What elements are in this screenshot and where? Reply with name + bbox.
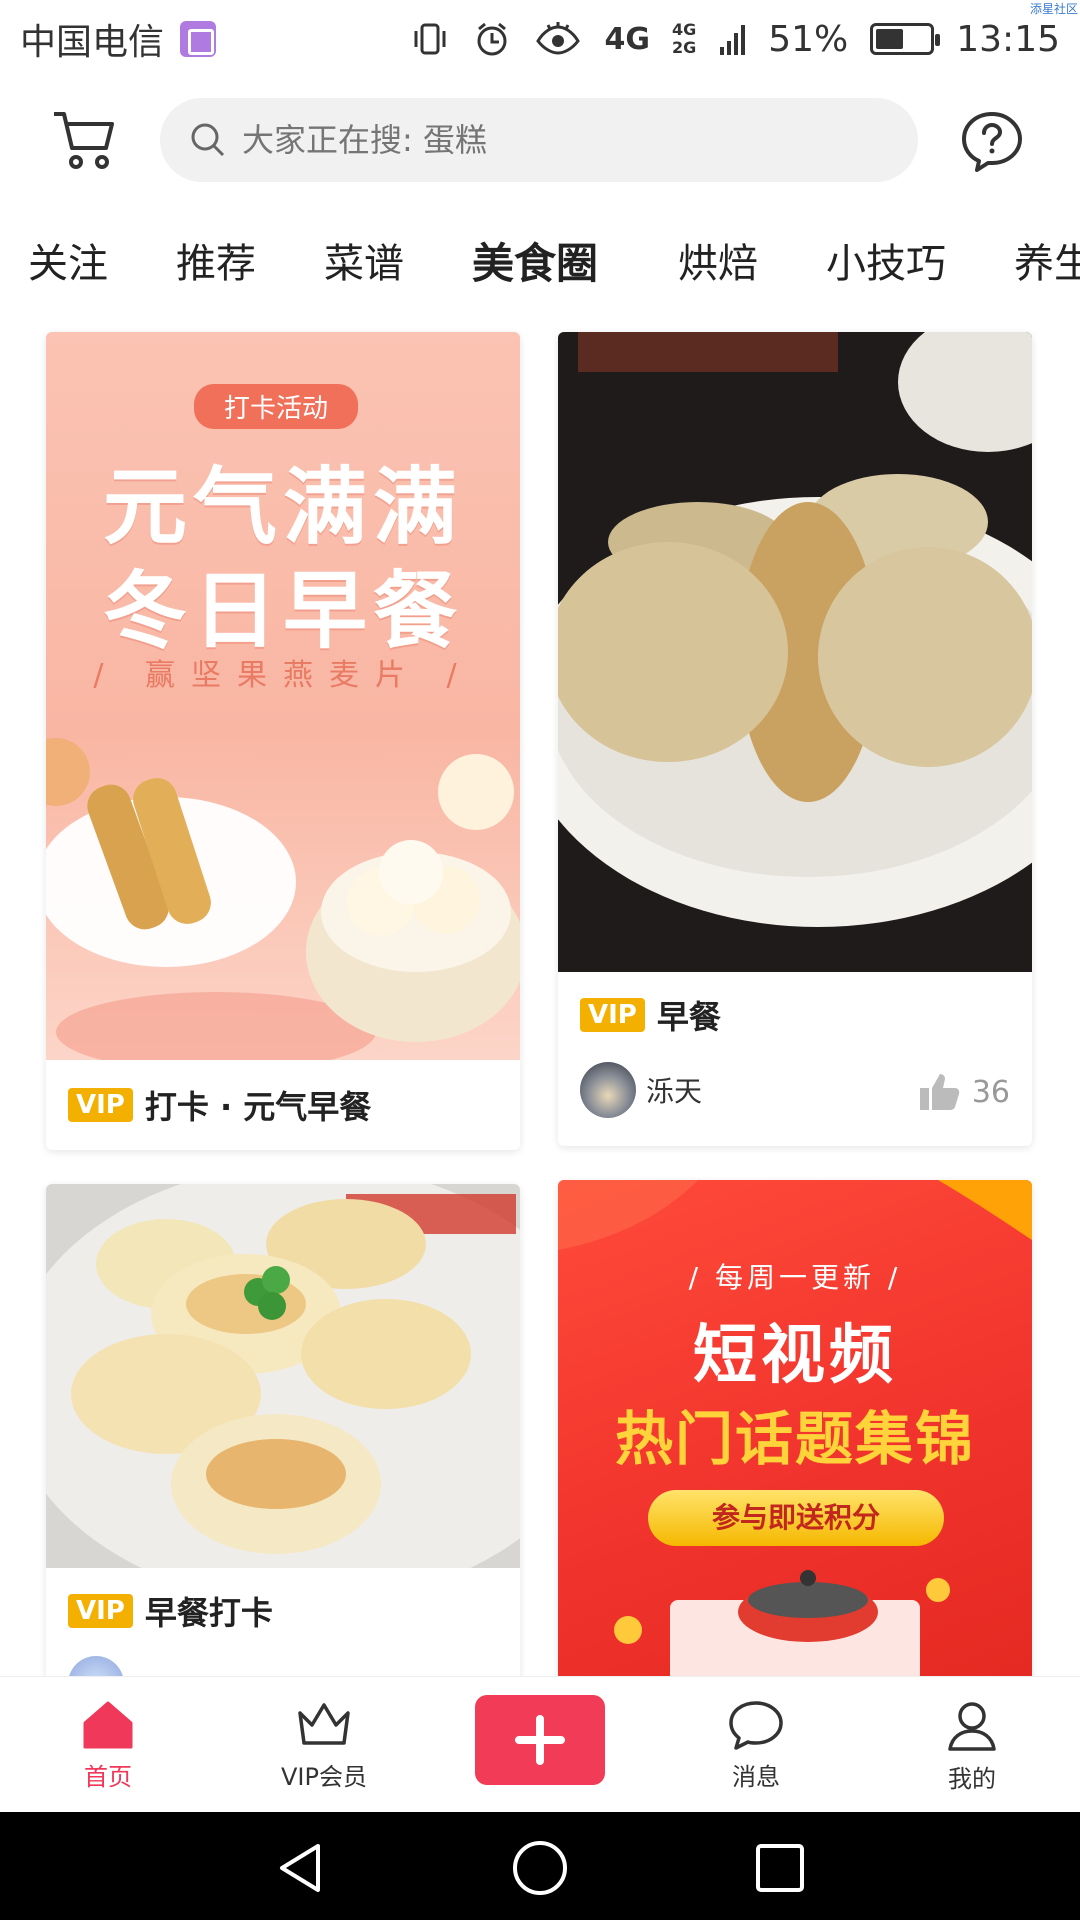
vip-badge: VIP	[68, 1088, 133, 1122]
avatar[interactable]	[580, 1062, 636, 1118]
watermark: 添星社区	[1029, 2, 1078, 16]
alarm-icon	[477, 22, 507, 56]
home-icon	[83, 1701, 133, 1749]
signal-icon	[720, 25, 746, 55]
eye-comfort-icon	[536, 22, 581, 55]
tab-recipes[interactable]: 菜谱	[324, 231, 404, 289]
banner-tagline: / 每周一更新 /	[688, 1261, 902, 1294]
app-screen: 中国电信 4G 4G 2G 51% 13:15 添星社区 大家正在搜: 蛋糕 关…	[0, 0, 1080, 1920]
tab-health[interactable]: 养生	[1014, 231, 1080, 289]
nav-me[interactable]: 我的	[892, 1699, 1052, 1794]
feed-card[interactable]: VIP 早餐打卡	[46, 1184, 520, 1704]
status-bar: 中国电信 4G 4G 2G 51% 13:15 添星社区	[0, 0, 1080, 78]
tab-baking[interactable]: 烘焙	[678, 231, 758, 289]
like-button[interactable]: 36	[918, 1070, 1010, 1114]
gallery-notification-icon	[180, 21, 217, 57]
banner-image-short-video: / 每周一更新 / 短视频 热门话题集锦 参与即送积分	[558, 1180, 1032, 1680]
banner-pill: 打卡活动	[194, 384, 359, 429]
network-type-1: 4G	[604, 21, 650, 57]
tab-food-circle[interactable]: 美食圈	[472, 230, 598, 291]
battery-icon	[870, 23, 941, 55]
card-title-text: 早餐打卡	[144, 1594, 273, 1632]
top-header	[0, 88, 1080, 194]
tab-food-circle-label: 美食圈	[472, 238, 599, 288]
category-tabs: 关注 推荐 菜谱 美食圈 烘焙 小技巧 养生	[0, 220, 1080, 300]
network-type-3: 2G	[671, 38, 697, 57]
feed-card[interactable]: 打卡活动 元气满满 冬日早餐 / 赢坚果燕麦片 / VIP 打卡 · 元气早餐	[46, 332, 520, 1150]
photo-potato-cakes	[46, 1184, 520, 1568]
system-navigation-bar	[0, 1812, 1080, 1920]
vibrate-icon	[414, 23, 446, 55]
vip-badge: VIP	[68, 1594, 133, 1628]
home-circle-icon[interactable]	[510, 1838, 570, 1898]
user-icon	[948, 1702, 996, 1751]
cart-button[interactable]	[50, 108, 120, 174]
network-type-2: 4G	[671, 20, 697, 39]
banner-headline-2: 冬日早餐	[102, 562, 463, 660]
banner-subtitle: / 赢坚果燕麦片 /	[93, 658, 473, 693]
banner-headline-2: 热门话题集锦	[614, 1405, 975, 1473]
card-title-text: 打卡 · 元气早餐	[144, 1088, 372, 1126]
tab-follow[interactable]: 关注	[28, 231, 108, 289]
nav-me-label: 我的	[948, 1765, 996, 1793]
banner-image-breakfast: 打卡活动 元气满满 冬日早餐 / 赢坚果燕麦片 /	[46, 332, 520, 1060]
publish-button[interactable]	[475, 1695, 605, 1785]
carrier-label: 中国电信	[20, 22, 165, 63]
card-title: VIP 早餐打卡	[68, 1588, 273, 1634]
back-icon[interactable]	[270, 1838, 330, 1898]
participate-button[interactable]: 参与即送积分	[648, 1490, 944, 1546]
battery-percent: 51%	[768, 18, 849, 60]
nav-messages-label: 消息	[732, 1763, 780, 1791]
help-button[interactable]	[960, 110, 1024, 174]
banner-headline-1: 短视频	[693, 1319, 897, 1393]
banner-headline-1: 元气满满	[102, 458, 463, 556]
help-icon	[962, 112, 1022, 172]
tab-tips[interactable]: 小技巧	[826, 231, 946, 289]
nav-messages[interactable]: 消息	[676, 1699, 836, 1792]
tab-recommend[interactable]: 推荐	[176, 231, 256, 289]
crown-icon	[298, 1703, 350, 1745]
author-row[interactable]: 泺天	[580, 1062, 702, 1118]
card-title: VIP 打卡 · 元气早餐	[68, 1082, 371, 1128]
author-name: 泺天	[646, 1075, 703, 1108]
search-bar[interactable]	[160, 98, 918, 182]
feed-card[interactable]: VIP 早餐 泺天 36	[558, 332, 1032, 1146]
nav-vip[interactable]: VIP会员	[244, 1699, 404, 1792]
nav-home-label: 首页	[84, 1763, 132, 1791]
nav-home[interactable]: 首页	[28, 1699, 188, 1792]
food-illustration	[46, 738, 520, 1060]
nav-vip-label: VIP会员	[281, 1763, 367, 1791]
plus-icon	[515, 1715, 565, 1765]
card-title-text: 早餐	[656, 998, 721, 1036]
feed-card[interactable]: / 每周一更新 / 短视频 热门话题集锦 参与即送积分	[558, 1180, 1032, 1704]
bottom-navigation: 首页 VIP会员 消息 我的	[0, 1676, 1080, 1812]
clock: 13:15	[956, 18, 1060, 60]
thumbs-up-icon	[919, 1074, 960, 1110]
like-count: 36	[971, 1074, 1010, 1110]
vip-badge: VIP	[580, 998, 645, 1032]
recent-apps-icon[interactable]	[750, 1838, 810, 1898]
search-input[interactable]	[242, 121, 862, 159]
card-title: VIP 早餐	[580, 992, 721, 1038]
search-icon	[191, 123, 225, 157]
photo-pancakes	[558, 332, 1032, 972]
cart-icon	[54, 112, 114, 169]
chat-bubble-icon	[729, 1701, 783, 1750]
